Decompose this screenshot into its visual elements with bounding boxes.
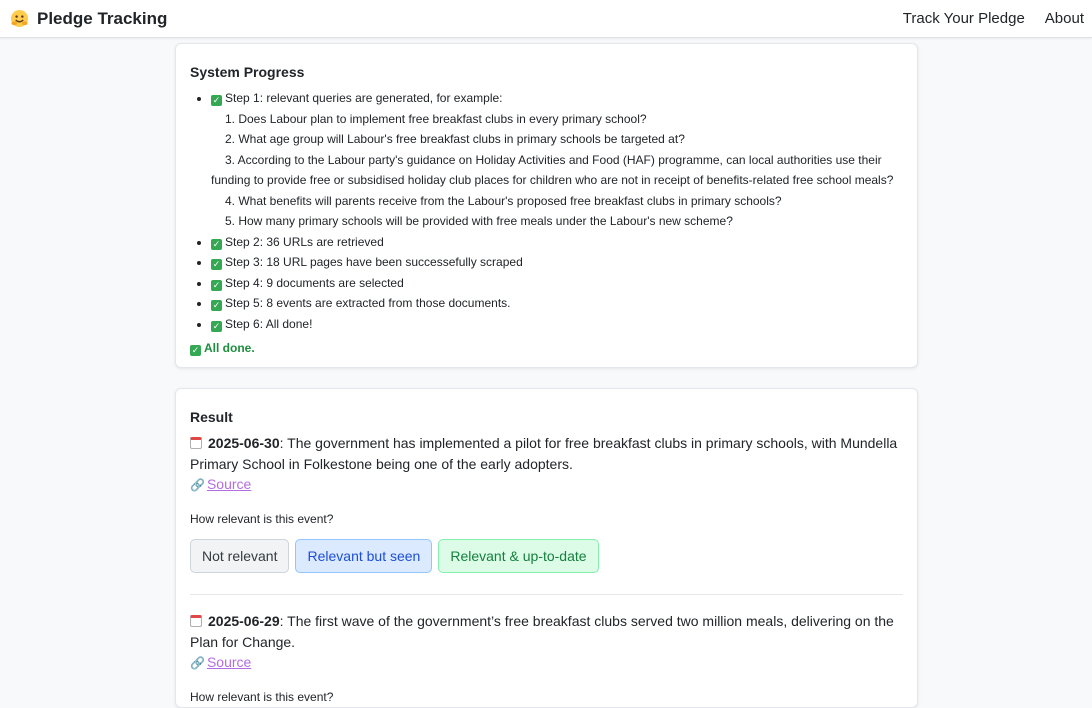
event-date: 2025-06-30 bbox=[208, 435, 280, 451]
event-description: 2025-06-30: The government has implement… bbox=[190, 433, 903, 475]
not-relevant-button[interactable]: Not relevant bbox=[190, 539, 290, 573]
query-item: 3. According to the Labour party's guida… bbox=[211, 152, 894, 188]
progress-step: ✓Step 3: 18 URL pages have been successe… bbox=[211, 252, 903, 273]
progress-step: ✓Step 1: relevant queries are generated,… bbox=[211, 88, 903, 232]
event-item: 2025-06-29: The first wave of the govern… bbox=[190, 611, 903, 708]
event-date: 2025-06-29 bbox=[208, 613, 280, 629]
link-icon: 🔗 bbox=[190, 656, 205, 670]
brand[interactable]: Pledge Tracking bbox=[10, 9, 167, 29]
hugging-face-emoji-icon bbox=[10, 9, 29, 28]
example-queries-list: 1. Does Labour plan to implement free br… bbox=[211, 109, 903, 232]
source-row: 🔗 Source bbox=[190, 475, 903, 495]
all-done-text: All done. bbox=[204, 341, 255, 355]
check-icon: ✓ bbox=[211, 300, 222, 311]
check-icon: ✓ bbox=[211, 238, 222, 250]
all-done-status: ✓ All done. bbox=[190, 341, 903, 356]
source-row: 🔗 Source bbox=[190, 653, 903, 673]
check-icon: ✓ bbox=[211, 279, 222, 291]
check-icon: ✓ bbox=[211, 320, 222, 332]
check-icon: ✓ bbox=[211, 259, 222, 270]
result-title: Result bbox=[190, 409, 233, 425]
event-text: : The government has implemented a pilot… bbox=[190, 435, 898, 472]
calendar-icon bbox=[190, 615, 202, 627]
nav-link-track-pledge[interactable]: Track Your Pledge bbox=[903, 10, 1025, 27]
result-card: Result 2025-06-30: The government has im… bbox=[175, 388, 918, 708]
relevance-buttons: Not relevant Relevant but seen Relevant … bbox=[190, 539, 903, 573]
query-item: 1. Does Labour plan to implement free br… bbox=[225, 111, 647, 126]
step-text: Step 4: 9 documents are selected bbox=[225, 275, 404, 290]
calendar-icon bbox=[190, 437, 202, 449]
check-icon: ✓ bbox=[190, 345, 201, 356]
progress-step: ✓Step 2: 36 URLs are retrieved bbox=[211, 232, 903, 253]
query-item: 2. What age group will Labour's free bre… bbox=[225, 132, 685, 146]
event-item: 2025-06-30: The government has implement… bbox=[190, 433, 903, 573]
relevance-question: How relevant is this event? bbox=[190, 512, 334, 526]
system-progress-title: System Progress bbox=[190, 64, 305, 80]
step-text: Step 5: 8 events are extracted from thos… bbox=[225, 296, 511, 310]
source-link[interactable]: Source bbox=[207, 654, 251, 670]
nav-link-about[interactable]: About bbox=[1045, 10, 1084, 27]
relevance-question: How relevant is this event? bbox=[190, 690, 334, 704]
step-text: Step 2: 36 URLs are retrieved bbox=[225, 234, 384, 249]
source-link[interactable]: Source bbox=[207, 476, 251, 492]
check-icon: ✓ bbox=[211, 95, 222, 106]
query-item: 4. What benefits will parents receive fr… bbox=[225, 193, 782, 208]
relevant-but-seen-button[interactable]: Relevant but seen bbox=[295, 539, 433, 573]
step-text: Step 6: All done! bbox=[225, 316, 313, 331]
event-divider bbox=[190, 594, 903, 595]
step-text: Step 1: relevant queries are generated, … bbox=[225, 91, 503, 105]
event-description: 2025-06-29: The first wave of the govern… bbox=[190, 611, 903, 653]
progress-step: ✓Step 5: 8 events are extracted from tho… bbox=[211, 293, 903, 314]
link-icon: 🔗 bbox=[190, 478, 205, 492]
query-item: 5. How many primary schools will be prov… bbox=[225, 214, 733, 228]
relevant-up-to-date-button[interactable]: Relevant & up-to-date bbox=[438, 539, 599, 573]
event-text: : The first wave of the government’s fre… bbox=[190, 613, 894, 650]
system-progress-card: System Progress ✓Step 1: relevant querie… bbox=[175, 43, 918, 368]
nav-links: Track Your Pledge About bbox=[903, 10, 1084, 27]
progress-step: ✓Step 6: All done! bbox=[211, 314, 903, 335]
progress-step: ✓Step 4: 9 documents are selected bbox=[211, 273, 903, 294]
progress-steps-list: ✓Step 1: relevant queries are generated,… bbox=[190, 88, 903, 334]
top-navbar: Pledge Tracking Track Your Pledge About bbox=[0, 0, 1092, 38]
step-text: Step 3: 18 URL pages have been successef… bbox=[225, 255, 523, 269]
brand-title: Pledge Tracking bbox=[37, 8, 168, 28]
